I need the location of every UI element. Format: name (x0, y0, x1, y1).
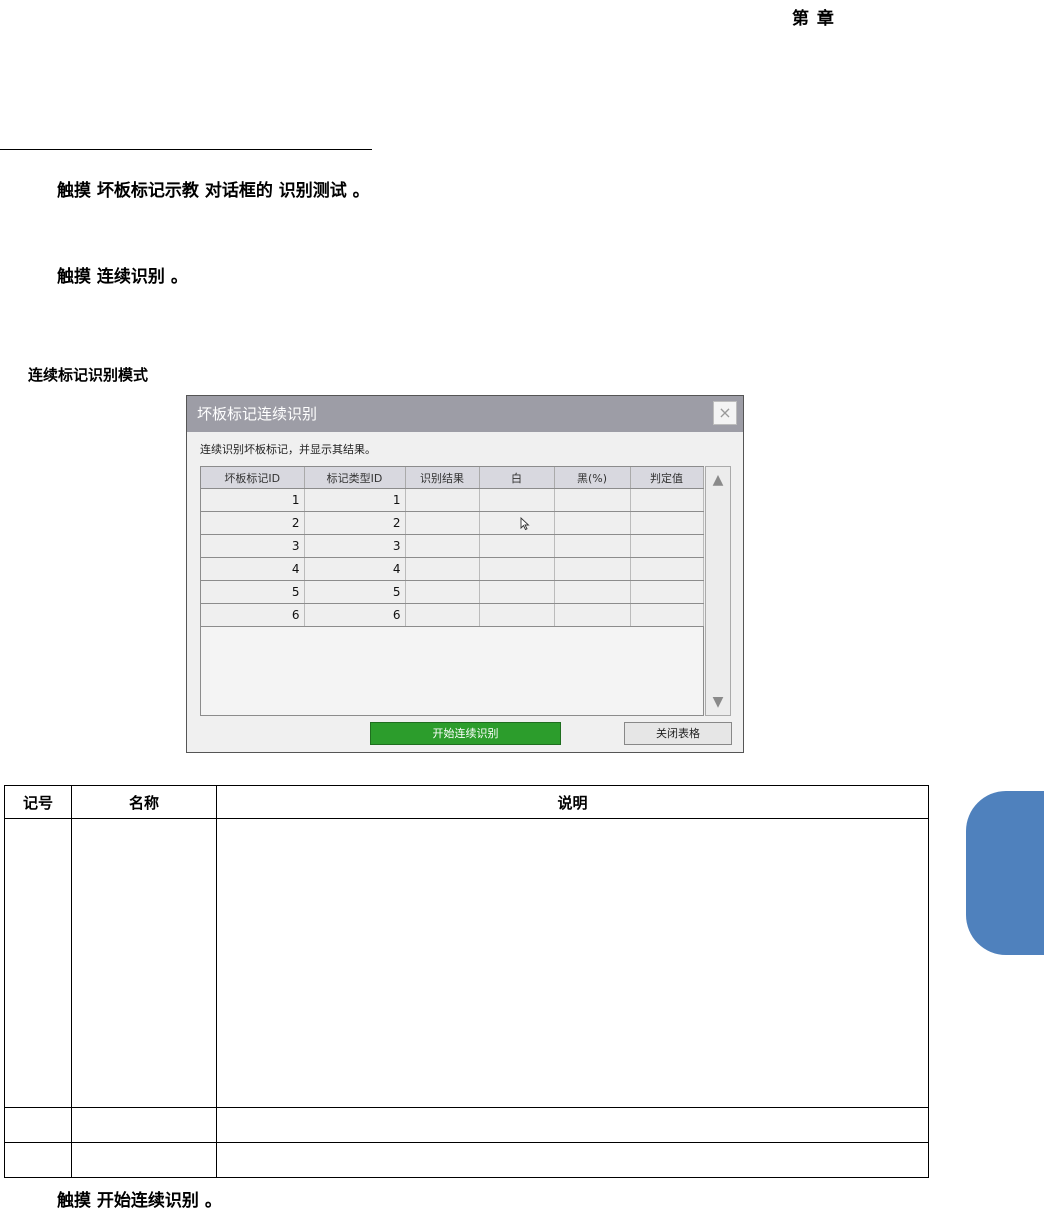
cell-white (479, 580, 555, 604)
symbol-cell (4, 1107, 72, 1143)
table-row[interactable]: 4 4 (201, 557, 704, 581)
cell-judge (630, 603, 704, 627)
cell-bad-mark-id: 1 (201, 488, 305, 512)
cell-judge (630, 534, 704, 558)
cell-mark-type-id: 2 (304, 511, 406, 535)
cell-mark-type-id: 6 (304, 603, 406, 627)
col-result[interactable]: 识别结果 (405, 467, 480, 489)
cell-bad-mark-id: 5 (201, 580, 305, 604)
symbol-cell (4, 818, 72, 1108)
dialog-title: 坏板标记连续识别 (187, 396, 743, 432)
cell-result (405, 534, 480, 558)
cell-bad-mark-id: 3 (201, 534, 305, 558)
table-row (4, 1142, 929, 1178)
cell-white (479, 488, 555, 512)
cell-bad-mark-id: 2 (201, 511, 305, 535)
cell-white (479, 511, 555, 535)
cell-result (405, 488, 480, 512)
cell-judge (630, 557, 704, 581)
description-cell (216, 818, 929, 1108)
chapter-heading: 第 章 (792, 9, 835, 29)
name-cell (71, 1142, 217, 1178)
cell-judge (630, 511, 704, 535)
scroll-down-icon[interactable]: ▼ (706, 689, 730, 715)
cell-black (554, 557, 631, 581)
cell-result (405, 580, 480, 604)
col-black[interactable]: 黑(%) (554, 467, 631, 489)
results-grid: 坏板标记ID 标记类型ID 识别结果 白 黑(%) 判定值 1 1 2 2 3 … (200, 466, 704, 716)
table-row[interactable]: 5 5 (201, 580, 704, 604)
col-judge-value[interactable]: 判定值 (630, 467, 704, 489)
header-rule (0, 149, 372, 150)
cell-mark-type-id: 4 (304, 557, 406, 581)
cell-black (554, 580, 631, 604)
cell-black (554, 534, 631, 558)
name-cell (71, 1107, 217, 1143)
start-continuous-button[interactable]: 开始连续识别 (370, 722, 561, 745)
step-2: 触摸 连续识别 。 (57, 267, 188, 287)
cell-bad-mark-id: 6 (201, 603, 305, 627)
symbol-cell (4, 1142, 72, 1178)
chapter-side-tab (966, 791, 1044, 955)
description-cell (216, 1107, 929, 1143)
scroll-up-icon[interactable]: ▲ (706, 467, 730, 493)
col-bad-mark-id[interactable]: 坏板标记ID (201, 467, 305, 489)
mouse-cursor-icon (520, 517, 530, 531)
step-3: 触摸 开始连续识别 。 (57, 1191, 222, 1211)
grid-scrollbar[interactable]: ▲ ▼ (705, 466, 731, 716)
table-row (4, 818, 929, 1108)
name-cell (71, 818, 217, 1108)
cell-mark-type-id: 3 (304, 534, 406, 558)
cell-black (554, 488, 631, 512)
header-name: 名称 (71, 785, 217, 819)
header-symbol: 记号 (4, 785, 72, 819)
dialog-description: 连续识别坏板标记，并显示其结果。 (200, 443, 376, 456)
cell-result (405, 603, 480, 627)
table-row[interactable]: 3 3 (201, 534, 704, 558)
cell-white (479, 557, 555, 581)
bad-mark-continuous-dialog: 坏板标记连续识别 × 连续识别坏板标记，并显示其结果。 坏板标记ID 标记类型I… (186, 395, 744, 753)
cell-black (554, 511, 631, 535)
cell-judge (630, 488, 704, 512)
table-row[interactable]: 2 2 (201, 511, 704, 535)
description-cell (216, 1142, 929, 1178)
figure-caption: 连续标记识别模式 (28, 366, 149, 384)
col-white[interactable]: 白 (479, 467, 555, 489)
cell-black (554, 603, 631, 627)
step-1: 触摸 坏板标记示教 对话框的 识别测试 。 (57, 181, 370, 201)
cell-mark-type-id: 1 (304, 488, 406, 512)
cell-judge (630, 580, 704, 604)
cell-result (405, 557, 480, 581)
cell-white (479, 534, 555, 558)
table-row (4, 1107, 929, 1143)
cell-mark-type-id: 5 (304, 580, 406, 604)
table-row[interactable]: 6 6 (201, 603, 704, 627)
close-icon[interactable]: × (713, 401, 737, 425)
table-row[interactable]: 1 1 (201, 488, 704, 512)
close-table-button[interactable]: 关闭表格 (624, 722, 732, 745)
cell-result (405, 511, 480, 535)
cell-white (479, 603, 555, 627)
cell-bad-mark-id: 4 (201, 557, 305, 581)
col-mark-type-id[interactable]: 标记类型ID (304, 467, 406, 489)
description-table: 记号 名称 说明 (4, 785, 929, 1178)
header-description: 说明 (216, 785, 929, 819)
